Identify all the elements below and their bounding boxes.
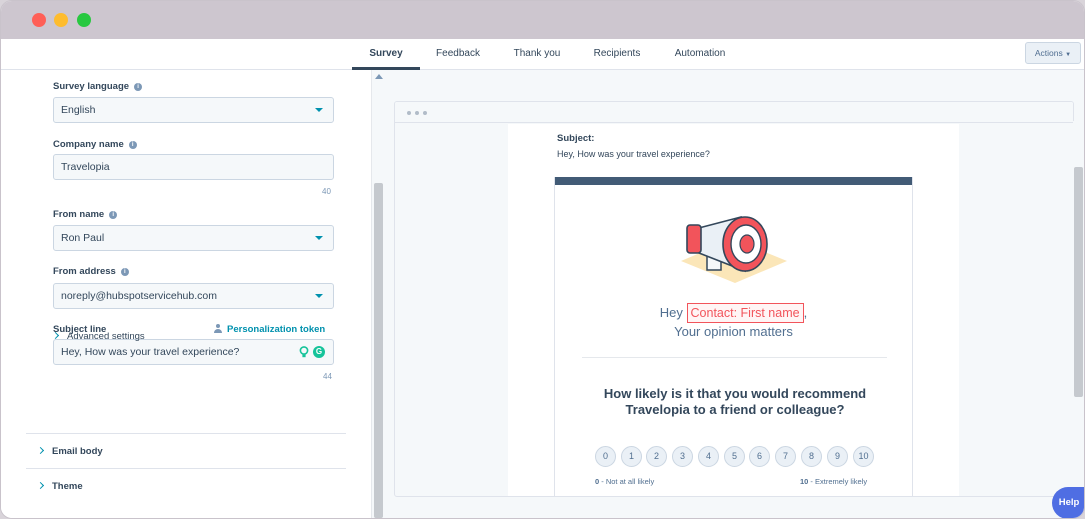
dot-icon [423,111,427,115]
advanced-settings-toggle[interactable]: Advanced settings [51,331,145,342]
info-icon[interactable]: i [120,268,129,276]
chevron-right-icon [36,481,45,490]
chevron-down-icon [315,108,323,112]
company-name-label: Company name i [53,139,137,150]
nps-option[interactable]: 1 [621,446,642,467]
info-icon[interactable]: i [128,141,137,149]
card-header-bar [555,177,912,185]
preview-scrollbar[interactable] [1073,121,1084,518]
megaphone-icon [681,215,787,283]
scale-high-label: 10 - Extremely likely [800,477,868,486]
nps-option[interactable]: 0 [595,446,616,467]
tab-automation[interactable]: Automation [667,39,733,70]
left-panel-scrollbar[interactable] [371,70,385,518]
person-icon [213,324,222,333]
maximize-window-button[interactable] [77,13,91,27]
grammarly-icon[interactable] [313,346,325,358]
nps-option[interactable]: 4 [698,446,719,467]
survey-card: Hey Contact: First name, Your opinion ma… [554,177,913,496]
preview-subject-label: Subject: [557,133,595,144]
personalization-token-link[interactable]: Personalization token [213,324,325,335]
minimize-window-button[interactable] [54,13,68,27]
nps-option[interactable]: 3 [672,446,693,467]
first-name-token[interactable]: Contact: First name [686,303,804,323]
nps-option[interactable]: 8 [801,446,822,467]
close-window-button[interactable] [32,13,46,27]
email-preview-frame: Subject: Hey, How was your travel experi… [394,101,1074,497]
caret-down-icon: ▼ [1065,52,1072,58]
from-address-select[interactable]: noreply@hubspotservicehub.com [53,283,334,309]
company-name-input[interactable]: Travelopia [53,154,334,180]
greeting: Hey Contact: First name, Your opinion ma… [659,303,808,339]
nps-option[interactable]: 2 [646,446,667,467]
tab-recipients[interactable]: Recipients [586,39,648,70]
dot-icon [415,111,419,115]
nps-scale: 0 1 2 3 4 5 6 7 8 9 10 [595,446,875,468]
nps-option[interactable]: 10 [853,446,874,467]
top-tabs: Survey Feedback Thank you Recipients Aut… [1,39,1084,70]
actions-button[interactable]: Actions ▼ [1025,42,1081,64]
subject-line-counter: 44 [323,372,332,381]
from-name-label: From name i [53,209,118,220]
chevron-down-icon [315,236,323,240]
tab-feedback[interactable]: Feedback [429,39,487,70]
subject-line-value: Hey, How was your travel experience? [61,346,240,358]
scroll-thumb[interactable] [374,183,383,518]
survey-language-value: English [61,104,96,116]
subject-line-input[interactable]: Hey, How was your travel experience? [53,339,334,365]
preview-subject-value: Hey, How was your travel experience? [557,149,710,159]
section-email-body[interactable]: Email body [26,433,346,468]
nps-option[interactable]: 9 [827,446,848,467]
lightbulb-icon[interactable] [299,346,309,358]
company-name-value: Travelopia [61,161,110,173]
from-address-value: noreply@hubspotservicehub.com [61,290,217,302]
survey-language-label: Survey language i [53,81,143,92]
nps-option[interactable]: 6 [749,446,770,467]
chevron-right-icon [36,446,45,455]
nps-option[interactable]: 7 [775,446,796,467]
app-window: Survey Feedback Thank you Recipients Aut… [0,0,1085,519]
section-theme[interactable]: Theme [26,468,346,503]
info-icon[interactable]: i [134,83,143,91]
chevron-down-icon [315,294,323,298]
actions-label: Actions [1034,48,1063,58]
dot-icon [407,111,411,115]
tab-thank-you[interactable]: Thank you [507,39,567,70]
chevron-right-icon [51,331,60,340]
from-address-label: From address i [53,266,129,277]
nps-option[interactable]: 5 [724,446,745,467]
from-name-select[interactable]: Ron Paul [53,225,334,251]
info-icon[interactable]: i [109,211,118,219]
scale-low-label: 0 - Not at all likely [595,477,655,486]
preview-browser-bar [395,102,1073,123]
email-page: Subject: Hey, How was your travel experi… [508,124,959,496]
help-button[interactable]: Help [1052,487,1084,518]
title-bar [1,1,1084,39]
scroll-thumb[interactable] [1074,167,1083,397]
scroll-up-icon[interactable] [375,74,383,79]
company-name-counter: 40 [322,187,331,196]
from-name-value: Ron Paul [61,232,105,244]
nps-question: How likely is it that you would recommen… [603,386,867,417]
survey-language-select[interactable]: English [53,97,334,123]
divider [582,357,887,358]
tab-survey[interactable]: Survey [352,39,420,70]
